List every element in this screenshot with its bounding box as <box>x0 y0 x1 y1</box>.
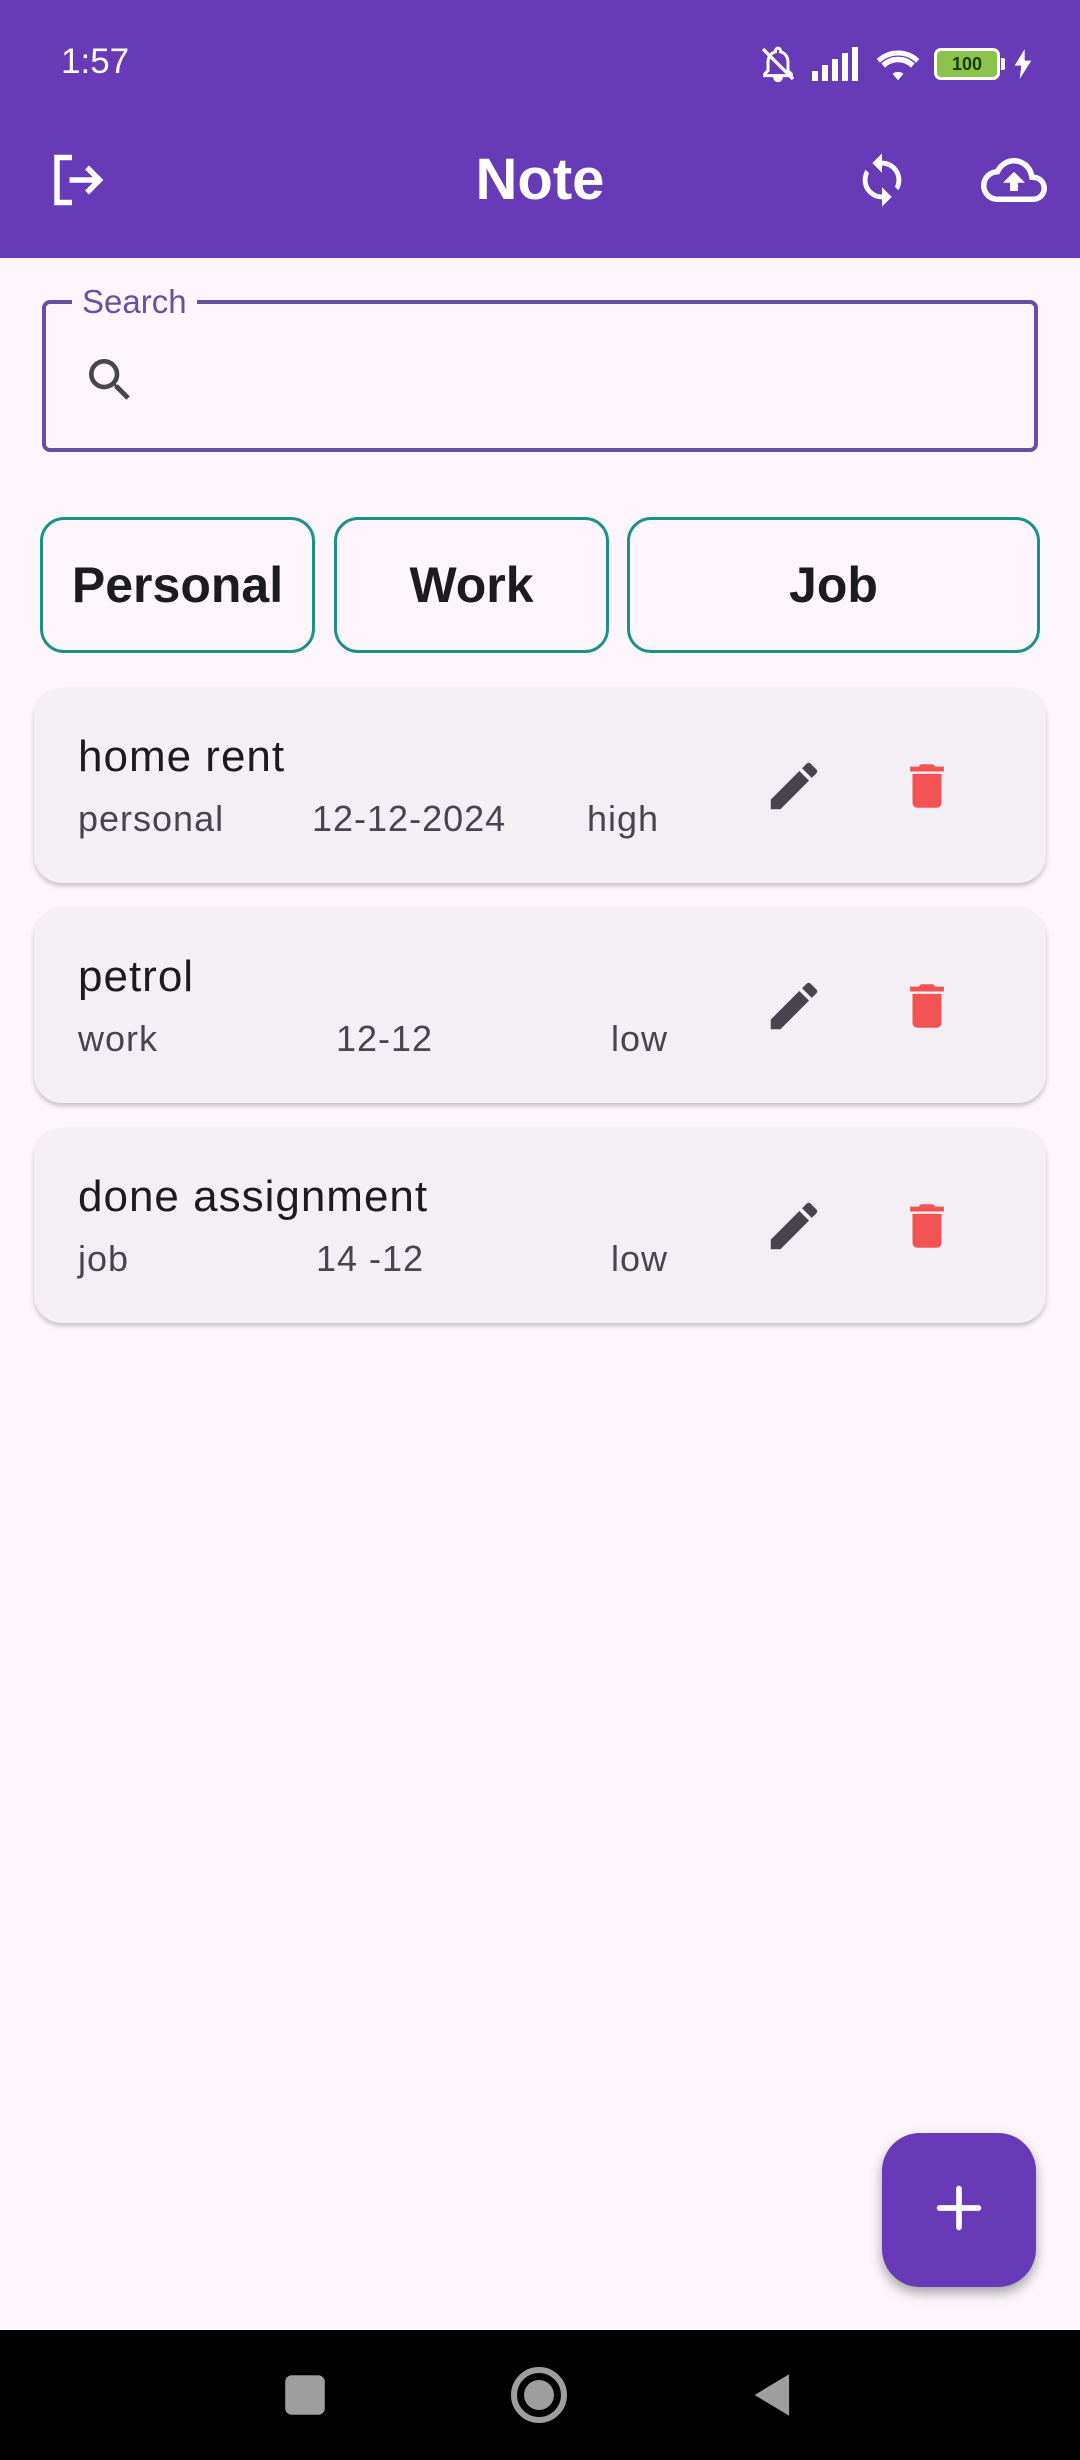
note-category: job <box>78 1238 130 1279</box>
note-date: 12-12 <box>336 1018 434 1059</box>
status-time: 1:57 <box>61 42 130 81</box>
back-button[interactable] <box>738 2362 808 2432</box>
search-input[interactable] <box>156 334 1020 426</box>
filter-personal-button[interactable]: Personal <box>40 517 315 653</box>
bell-off-icon <box>758 44 798 84</box>
filter-job-button[interactable]: Job <box>627 517 1040 653</box>
edit-button[interactable] <box>744 1178 844 1278</box>
note-category: personal <box>78 798 225 839</box>
home-button[interactable] <box>504 2362 574 2432</box>
search-label: Search <box>72 284 197 320</box>
note-card[interactable]: home rent personal 12-12-2024 high <box>34 688 1046 883</box>
add-note-button[interactable] <box>882 2133 1036 2287</box>
note-priority: low <box>611 1018 669 1059</box>
delete-button[interactable] <box>877 1178 977 1278</box>
note-priority: low <box>611 1238 669 1279</box>
note-priority: high <box>587 798 660 839</box>
note-title: done assignment <box>78 1172 429 1221</box>
note-title: petrol <box>78 952 195 1001</box>
recent-apps-icon <box>283 2373 327 2422</box>
note-category: work <box>78 1018 159 1059</box>
trash-icon <box>898 977 956 1040</box>
cloud-upload-icon <box>981 147 1047 218</box>
status-bar: 1:57 100 <box>0 0 1080 130</box>
trash-icon <box>898 1197 956 1260</box>
status-icons: 100 <box>758 44 1032 84</box>
pencil-icon <box>763 975 825 1042</box>
system-nav-bar <box>0 2330 1080 2460</box>
search-icon <box>82 352 138 413</box>
delete-button[interactable] <box>877 738 977 838</box>
plus-icon <box>933 2182 985 2239</box>
app-bar: Note <box>0 130 1080 258</box>
back-icon <box>750 2372 796 2423</box>
edit-button[interactable] <box>744 738 844 838</box>
sync-button[interactable] <box>842 142 922 222</box>
note-date: 14 -12 <box>316 1238 425 1279</box>
note-date: 12-12-2024 <box>312 798 507 839</box>
battery-icon: 100 <box>934 48 1005 80</box>
wifi-icon <box>876 46 920 82</box>
signal-icon <box>812 47 862 81</box>
pencil-icon <box>763 755 825 822</box>
edit-button[interactable] <box>744 958 844 1058</box>
filter-work-button[interactable]: Work <box>334 517 609 653</box>
recent-apps-button[interactable] <box>270 2362 340 2432</box>
pencil-icon <box>763 1195 825 1262</box>
note-card[interactable]: done assignment job 14 -12 low <box>34 1128 1046 1323</box>
note-card[interactable]: petrol work 12-12 low <box>34 908 1046 1103</box>
app-header: 1:57 100 Note <box>0 0 1080 258</box>
home-icon <box>509 2365 569 2430</box>
delete-button[interactable] <box>877 958 977 1058</box>
trash-icon <box>898 757 956 820</box>
cloud-upload-button[interactable] <box>974 142 1054 222</box>
search-field[interactable]: Search <box>42 284 1038 452</box>
note-title: home rent <box>78 732 286 781</box>
sync-icon <box>853 151 911 214</box>
charging-icon <box>1014 49 1032 79</box>
